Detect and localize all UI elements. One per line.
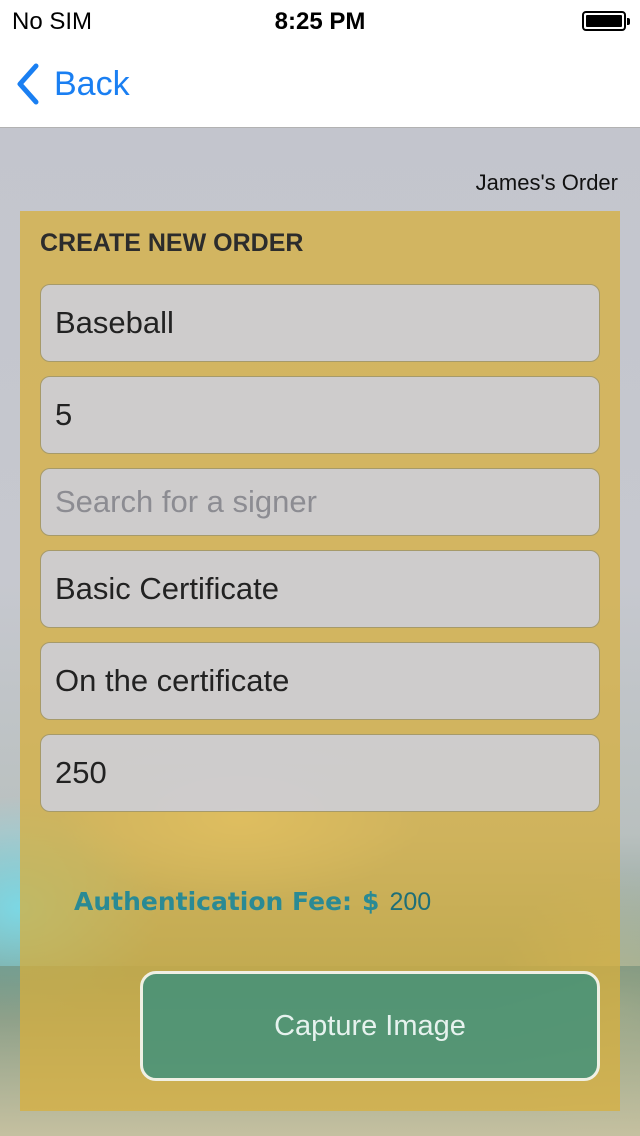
clock: 8:25 PM: [274, 8, 366, 35]
battery-icon: [582, 11, 630, 31]
order-owner-label: James's Order: [475, 170, 618, 195]
back-label: Back: [54, 64, 130, 103]
capture-image-button[interactable]: Capture Image: [140, 971, 600, 1081]
quantity-field[interactable]: 5: [40, 376, 600, 454]
panel-title: CREATE NEW ORDER: [40, 229, 304, 257]
fee-currency: $: [362, 887, 380, 916]
create-order-panel: CREATE NEW ORDER Baseball 5 Search for a…: [20, 211, 620, 1111]
fee-value: 200: [389, 888, 432, 916]
signature-location-field[interactable]: On the certificate: [40, 642, 600, 720]
amount-field[interactable]: 250: [40, 734, 600, 812]
signer-search-input[interactable]: Search for a signer: [40, 468, 600, 536]
certificate-type-field[interactable]: Basic Certificate: [40, 550, 600, 628]
authentication-fee: Authentication Fee: $ 200: [74, 887, 431, 917]
navigation-bar: Back: [0, 40, 640, 128]
status-bar: No SIM 8:25 PM: [0, 0, 640, 40]
item-type-field[interactable]: Baseball: [40, 284, 600, 362]
fee-label: Authentication Fee:: [74, 887, 353, 916]
chevron-left-icon: [17, 63, 39, 105]
back-button[interactable]: Back: [14, 62, 130, 106]
